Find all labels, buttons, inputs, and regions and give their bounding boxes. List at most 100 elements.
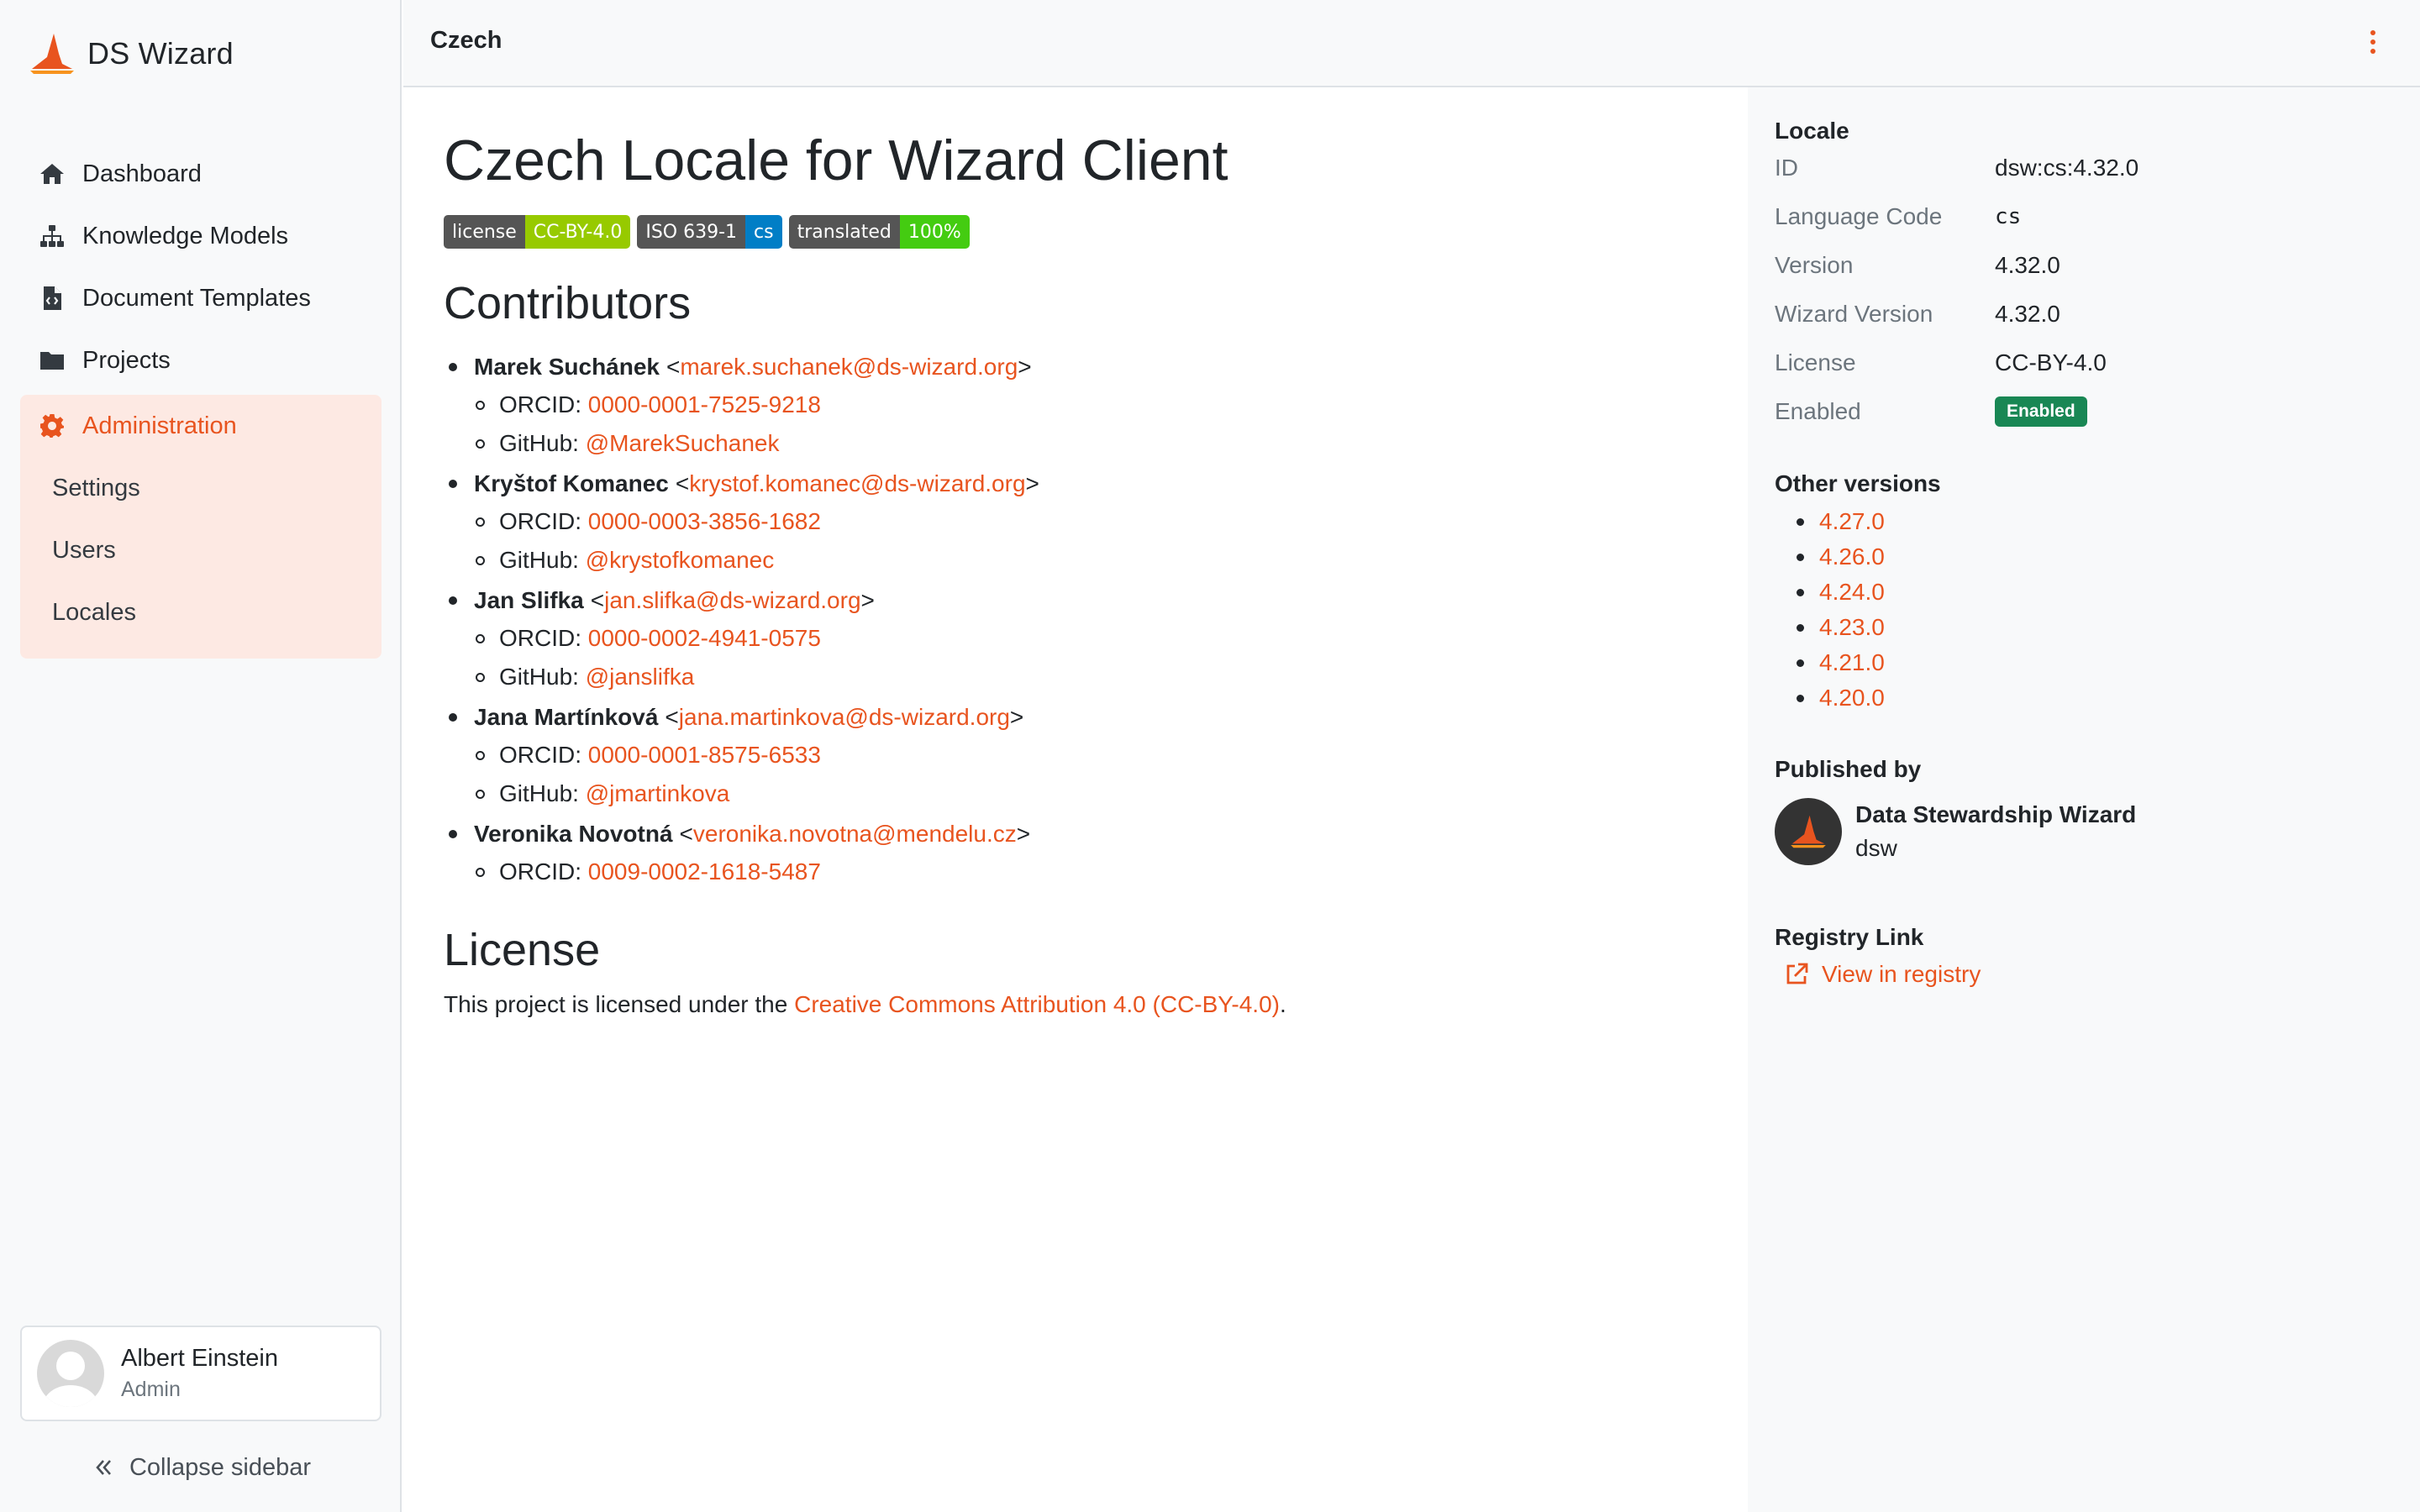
published-by-heading: Published by — [1775, 756, 1922, 782]
sidebar-subitem-settings[interactable]: Settings — [20, 457, 381, 519]
version-link[interactable]: 4.24.0 — [1819, 579, 1885, 606]
field-id: ID dsw:cs:4.32.0 — [1775, 155, 2139, 181]
contributor-item: Marek Suchánek < marek.suchanek@ds-wizard.… — [444, 348, 1704, 463]
contributor-item: Jana Martínková < jana.martinkova@ds-wizar… — [444, 698, 1704, 813]
contributor-name: Jana Martínková — [474, 703, 659, 730]
more-actions-icon[interactable] — [2363, 25, 2383, 59]
version-link[interactable]: 4.21.0 — [1819, 649, 1885, 676]
github-label: GitHub: — [499, 664, 579, 690]
contributor-email-link[interactable]: jan.slifka@ds-wizard.org — [604, 587, 860, 614]
wizard-hat-logo-icon — [30, 34, 74, 74]
version-link[interactable]: 4.20.0 — [1819, 685, 1885, 711]
sidebar-item-label: Dashboard — [82, 160, 202, 187]
locale-heading: Locale — [1775, 118, 1849, 144]
page-title-bar: Czech — [430, 27, 502, 54]
version-item: 4.23.0 — [1775, 610, 1885, 645]
badges: license CC-BY-4.0 ISO 639-1 cs translated 1… — [444, 215, 970, 249]
other-versions-list: 4.27.0 4.26.0 4.24.0 4.23.0 4.21.0 4.20.… — [1775, 504, 1885, 716]
brand[interactable]: DS Wizard — [27, 30, 234, 77]
github-link[interactable]: @janslifka — [586, 664, 695, 690]
collapse-sidebar-label: Collapse sidebar — [129, 1453, 311, 1481]
contributors-heading: Contributors — [444, 278, 692, 328]
orcid-link[interactable]: 0000-0003-3856-1682 — [588, 508, 821, 535]
field-version: Version 4.32.0 — [1775, 252, 2060, 278]
sidebar-item-projects[interactable]: Projects — [0, 329, 402, 391]
external-link-icon — [1786, 963, 1808, 984]
version-link[interactable]: 4.23.0 — [1819, 614, 1885, 641]
contributor-email-link[interactable]: jana.martinkova@ds-wizard.org — [679, 704, 1010, 731]
version-item: 4.27.0 — [1775, 504, 1885, 539]
folder-icon — [37, 345, 67, 375]
orcid-label: ORCID: — [499, 391, 581, 417]
translated-badge: translated 100% — [788, 215, 970, 249]
publisher-logo — [1775, 798, 1842, 865]
sidebar: DS Wizard Dashboard Knowledge Models Doc… — [0, 0, 402, 1512]
github-label: GitHub: — [499, 547, 579, 573]
version-link[interactable]: 4.27.0 — [1819, 508, 1885, 535]
sidebar-item-label: Administration — [82, 412, 237, 439]
page-title: Czech Locale for Wizard Client — [444, 129, 1228, 192]
sidebar-item-knowledge-models[interactable]: Knowledge Models — [0, 205, 402, 267]
registry-link-heading: Registry Link — [1775, 924, 1924, 950]
contributors-list: Marek Suchánek < marek.suchanek@ds-wizard.… — [444, 348, 1704, 893]
contributor-email-link[interactable]: veronika.novotna@mendelu.cz — [693, 821, 1017, 848]
wizard-hat-logo-icon — [1791, 815, 1826, 848]
sidebar-item-administration[interactable]: Administration — [20, 395, 381, 457]
sidebar-item-dashboard[interactable]: Dashboard — [0, 143, 402, 205]
main-content: Czech Locale for Wizard Client license CC… — [403, 87, 1748, 1512]
field-language-code: Language Code cs — [1775, 203, 2022, 229]
version-item: 4.21.0 — [1775, 645, 1885, 680]
github-link[interactable]: @krystofkomanec — [586, 547, 775, 574]
contributor-email-link[interactable]: krystof.komanec@ds-wizard.org — [689, 470, 1025, 497]
sidebar-nav: Dashboard Knowledge Models Document Temp… — [0, 143, 402, 391]
orcid-link[interactable]: 0000-0001-8575-6533 — [588, 742, 821, 769]
top-bar: Czech — [403, 0, 2420, 87]
github-link[interactable]: @jmartinkova — [586, 780, 730, 807]
contributor-name: Marek Suchánek — [474, 353, 660, 380]
publisher: Data Stewardship Wizard dsw — [1775, 798, 2136, 865]
orcid-label: ORCID: — [499, 625, 581, 651]
orcid-link[interactable]: 0009-0002-1618-5487 — [588, 858, 821, 885]
sitemap-icon — [37, 221, 67, 251]
collapse-sidebar-button[interactable]: Collapse sidebar — [0, 1446, 402, 1488]
publisher-name: Data Stewardship Wizard — [1855, 801, 2137, 827]
field-license: License CC-BY-4.0 — [1775, 349, 2107, 375]
double-chevron-left-icon — [96, 1460, 111, 1475]
license-link[interactable]: Creative Commons Attribution 4.0 (CC-BY-… — [794, 991, 1280, 1017]
other-versions-heading: Other versions — [1775, 470, 1941, 496]
field-wizard-version: Wizard Version 4.32.0 — [1775, 301, 2060, 327]
user-profile-menu[interactable]: Albert Einstein Admin — [20, 1326, 381, 1421]
sidebar-subitem-users[interactable]: Users — [20, 519, 381, 581]
orcid-label: ORCID: — [499, 508, 581, 534]
license-text: This project is licensed under the Creat… — [444, 991, 1286, 1017]
administration-group: Administration Settings Users Locales — [20, 395, 381, 659]
license-badge: license CC-BY-4.0 — [444, 215, 631, 249]
version-item: 4.20.0 — [1775, 680, 1885, 716]
github-link[interactable]: @MarekSuchanek — [586, 430, 780, 457]
avatar — [37, 1340, 104, 1407]
app-name: DS Wizard — [87, 36, 234, 71]
sidebar-subitem-locales[interactable]: Locales — [20, 581, 381, 643]
github-label: GitHub: — [499, 430, 579, 456]
contributor-name: Jan Slifka — [474, 586, 584, 613]
contributor-name: Veronika Novotná — [474, 820, 673, 847]
contributor-item: Jan Slifka < jan.slifka@ds-wizard.org > ORC… — [444, 581, 1704, 696]
contributor-item: Kryštof Komanec < krystof.komanec@ds-wizar… — [444, 465, 1704, 580]
home-icon — [37, 159, 67, 189]
status-badge: Enabled — [1995, 396, 2087, 427]
profile-role: Admin — [121, 1378, 181, 1401]
orcid-label: ORCID: — [499, 858, 581, 885]
view-in-registry-link[interactable]: View in registry — [1783, 961, 1981, 988]
gear-icon — [37, 411, 67, 441]
orcid-link[interactable]: 0000-0002-4941-0575 — [588, 625, 821, 652]
orcid-link[interactable]: 0000-0001-7525-9218 — [588, 391, 821, 418]
version-link[interactable]: 4.26.0 — [1819, 543, 1885, 570]
contributor-email-link[interactable]: marek.suchanek@ds-wizard.org — [680, 354, 1018, 381]
file-code-icon — [37, 283, 67, 313]
iso-badge: ISO 639-1 cs — [637, 215, 782, 249]
sidebar-item-label: Knowledge Models — [82, 222, 289, 249]
license-heading: License — [444, 925, 601, 975]
github-label: GitHub: — [499, 780, 579, 806]
sidebar-item-document-templates[interactable]: Document Templates — [0, 267, 402, 329]
field-enabled: Enabled Enabled — [1775, 395, 2363, 428]
